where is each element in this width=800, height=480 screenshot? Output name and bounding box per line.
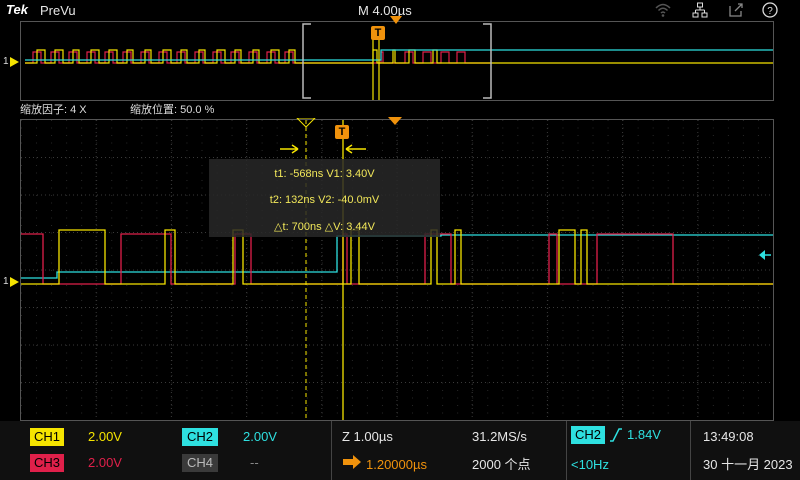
export-icon[interactable] (728, 2, 744, 18)
overview-ch3-trace (25, 51, 491, 64)
clock-time: 13:49:08 (703, 429, 754, 444)
ch1-badge[interactable]: CH1 (30, 428, 64, 446)
trigger-position-marker[interactable] (390, 16, 402, 25)
ch1-ground-label: 1 (3, 276, 9, 287)
bottom-status-panel: CH1 2.00V CH2 2.00V CH3 2.00V CH4 -- Z 1… (0, 421, 800, 480)
trigger-frequency: <10Hz (571, 457, 609, 472)
overview-ch2-trace (25, 49, 773, 61)
horizontal-settings-block[interactable]: Z 1.00µs 31.2MS/s 1.20000µs 2000 个点 (332, 421, 566, 480)
overview-ground-label: 1 (3, 56, 9, 67)
zoom-position-label: 缩放位置: 50.0 % (130, 104, 215, 116)
horizontal-delay: 1.20000µs (366, 457, 427, 472)
main-trigger-badge: T (335, 125, 349, 139)
overview-waveforms (25, 23, 773, 100)
svg-text:?: ? (767, 6, 773, 17)
rising-edge-icon (610, 428, 622, 442)
zoom-timebase: Z 1.00µs (342, 429, 393, 444)
cursor-delta-arrows-icon (280, 144, 366, 154)
overview-ground-marker-icon[interactable] (10, 57, 19, 67)
zoom-info-row: 缩放因子: 4 X 缩放位置: 50.0 % (20, 100, 780, 116)
network-icon[interactable] (692, 2, 708, 18)
main-trigger-position-marker[interactable] (388, 117, 402, 126)
zoom-window-bracket (302, 23, 492, 99)
ch1-scale[interactable]: 2.00V (88, 428, 122, 446)
cursor-readout-line3: △t: 700ns △V: 3.44V (274, 221, 375, 233)
brand-logo: Tek (6, 2, 28, 17)
delay-arrow-icon (343, 455, 361, 469)
zoom-factor-label: 缩放因子: 4 X (20, 104, 87, 116)
wifi-icon[interactable] (655, 2, 671, 18)
help-icon[interactable]: ? (762, 2, 778, 18)
record-length: 2000 个点 (472, 457, 531, 472)
trigger-level[interactable]: 1.84V (627, 426, 661, 444)
cursor-readout-line1: t1: -568ns V1: 3.40V (274, 168, 375, 180)
channel-settings-block[interactable]: CH1 2.00V CH2 2.00V CH3 2.00V CH4 -- (20, 421, 330, 480)
trigger-level-marker-icon[interactable] (759, 250, 771, 260)
cursor-readout-line2: t2: 132ns V2: -40.0mV (269, 194, 380, 206)
ch3-badge[interactable]: CH3 (30, 454, 64, 472)
cursor-t1-handle-icon[interactable] (296, 118, 316, 128)
ch2-badge[interactable]: CH2 (182, 428, 218, 446)
ch2-scale[interactable]: 2.00V (243, 428, 277, 446)
overview-ch1-trace (25, 49, 773, 64)
trigger-settings-block[interactable]: CH2 1.84V <10Hz (567, 421, 689, 480)
ch3-scale[interactable]: 2.00V (88, 454, 122, 472)
clock-date: 30 十一月 2023 (703, 457, 793, 472)
app-title: PreVu (40, 3, 76, 18)
overview-waveform-panel[interactable] (20, 21, 774, 101)
ch4-scale[interactable]: -- (250, 454, 259, 472)
timebase-readout[interactable]: M 4.00µs (358, 3, 412, 18)
ch4-badge[interactable]: CH4 (182, 454, 218, 472)
trigger-source-badge[interactable]: CH2 (571, 426, 605, 444)
cursor-readout-box[interactable]: t1: -568ns V1: 3.40V t2: 132ns V2: -40.0… (209, 159, 440, 237)
overview-trigger-badge: T (371, 26, 385, 40)
sample-rate: 31.2MS/s (472, 429, 527, 444)
clock-block: 13:49:08 30 十一月 2023 (691, 421, 800, 480)
ch1-ground-marker-icon[interactable] (10, 277, 19, 287)
